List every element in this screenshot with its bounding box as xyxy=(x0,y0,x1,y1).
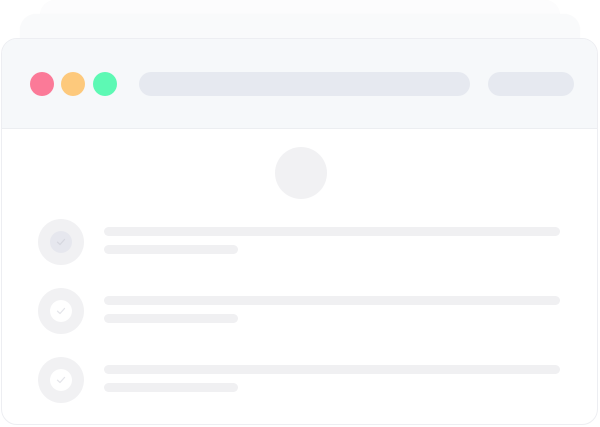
task-subtitle-placeholder xyxy=(104,383,238,392)
task-subtitle-placeholder xyxy=(104,314,238,323)
minimize-button[interactable] xyxy=(61,72,85,96)
task-checkbox[interactable] xyxy=(38,357,84,403)
task-title-placeholder xyxy=(104,365,560,374)
check-icon xyxy=(50,369,72,391)
task-item xyxy=(38,219,568,265)
task-subtitle-placeholder xyxy=(104,245,238,254)
task-item xyxy=(38,288,568,334)
task-title-placeholder xyxy=(104,227,560,236)
avatar xyxy=(275,147,327,199)
maximize-button[interactable] xyxy=(93,72,117,96)
action-button[interactable] xyxy=(488,72,574,96)
task-item xyxy=(38,357,568,403)
task-title-placeholder xyxy=(104,296,560,305)
task-checkbox[interactable] xyxy=(38,219,84,265)
check-icon xyxy=(50,231,72,253)
close-button[interactable] xyxy=(30,72,54,96)
address-bar[interactable] xyxy=(139,72,470,96)
app-stage xyxy=(0,0,600,427)
check-icon xyxy=(50,300,72,322)
title-bar xyxy=(2,39,597,129)
task-checkbox[interactable] xyxy=(38,288,84,334)
browser-window xyxy=(1,38,598,425)
